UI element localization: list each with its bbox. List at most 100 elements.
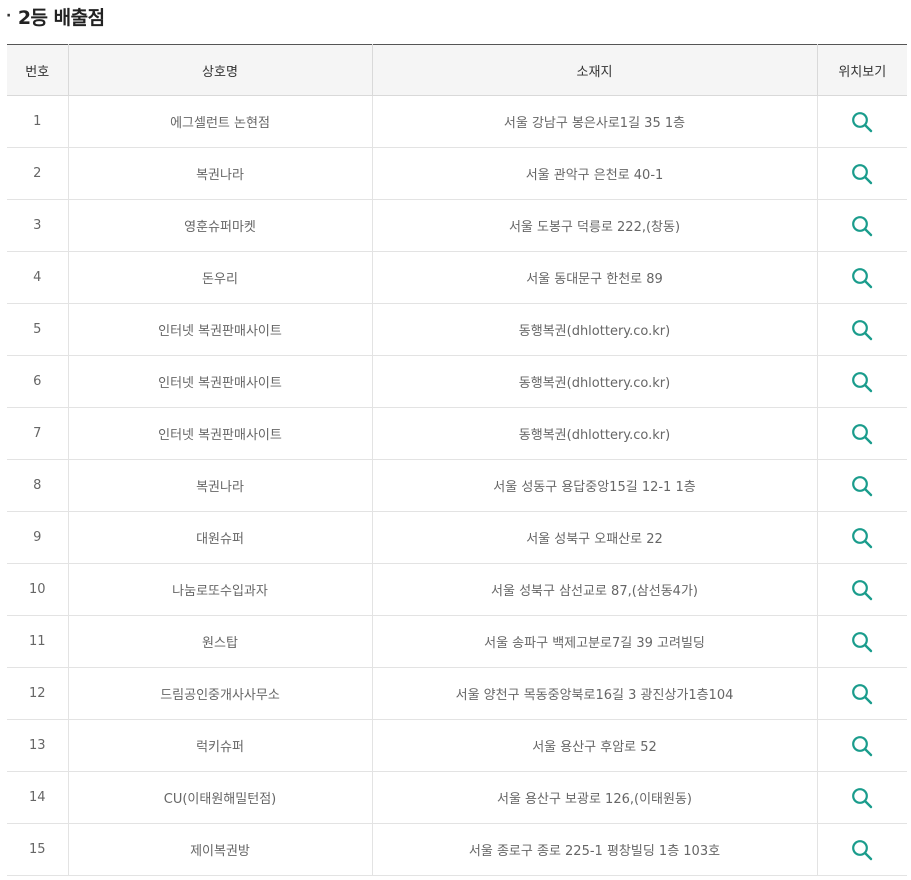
view-location-button[interactable] — [849, 577, 875, 603]
search-icon — [852, 475, 873, 496]
search-icon — [852, 215, 873, 236]
winners-table: 번호 상호명 소재지 위치보기 1 에그셀런트 논현점 서울 강남구 봉은사로1길 … — [7, 44, 907, 876]
row-number: 10 — [7, 563, 69, 616]
view-location-cell — [816, 407, 907, 460]
table-row: 6 인터넷 복권판매사이트 동행복권(dhlottery.co.kr) — [7, 355, 907, 408]
view-location-cell — [816, 459, 907, 512]
row-number: 8 — [7, 459, 69, 512]
header-number: 번호 — [7, 44, 69, 96]
row-number: 12 — [7, 667, 69, 720]
search-icon — [852, 631, 873, 652]
search-icon — [852, 839, 873, 860]
store-name: 나눔로또수입과자 — [67, 563, 373, 616]
store-name: 인터넷 복권판매사이트 — [67, 303, 373, 356]
search-icon — [852, 683, 873, 704]
search-icon — [852, 423, 873, 444]
store-address: 서울 강남구 봉은사로1길 35 1층 — [371, 95, 818, 148]
search-icon — [852, 371, 873, 392]
view-location-cell — [816, 303, 907, 356]
table-row: 1 에그셀런트 논현점 서울 강남구 봉은사로1길 35 1층 — [7, 95, 907, 148]
view-location-cell — [816, 719, 907, 772]
row-number: 2 — [7, 147, 69, 200]
view-location-button[interactable] — [849, 473, 875, 499]
view-location-cell — [816, 563, 907, 616]
table-row: 3 영훈슈퍼마켓 서울 도봉구 덕릉로 222,(창동) — [7, 199, 907, 252]
view-location-cell — [816, 615, 907, 668]
view-location-cell — [816, 771, 907, 824]
row-number: 9 — [7, 511, 69, 564]
store-address: 동행복권(dhlottery.co.kr) — [371, 355, 818, 408]
view-location-button[interactable] — [849, 421, 875, 447]
view-location-button[interactable] — [849, 785, 875, 811]
view-location-cell — [816, 667, 907, 720]
store-address: 서울 성북구 오패산로 22 — [371, 511, 818, 564]
table-row: 11 원스탑 서울 송파구 백제고분로7길 39 고려빌딩 — [7, 615, 907, 668]
search-icon — [852, 735, 873, 756]
view-location-cell — [816, 511, 907, 564]
search-icon — [852, 163, 873, 184]
search-icon — [852, 267, 873, 288]
row-number: 6 — [7, 355, 69, 408]
table-row: 7 인터넷 복권판매사이트 동행복권(dhlottery.co.kr) — [7, 407, 907, 460]
section-title: · 2등 배출점 — [6, 2, 105, 30]
store-name: 인터넷 복권판매사이트 — [67, 355, 373, 408]
search-icon — [852, 319, 873, 340]
store-name: 돈우리 — [67, 251, 373, 304]
search-icon — [852, 527, 873, 548]
view-location-button[interactable] — [849, 837, 875, 863]
store-address: 서울 용산구 후암로 52 — [371, 719, 818, 772]
store-name: 원스탑 — [67, 615, 373, 668]
store-address: 서울 송파구 백제고분로7길 39 고려빌딩 — [371, 615, 818, 668]
page-title: 2등 배출점 — [17, 6, 105, 29]
table-row: 2 복권나라 서울 관악구 은천로 40-1 — [7, 147, 907, 200]
row-number: 11 — [7, 615, 69, 668]
search-icon — [852, 787, 873, 808]
table-body: 1 에그셀런트 논현점 서울 강남구 봉은사로1길 35 1층 2 복권나라 서울 관악구… — [7, 95, 907, 876]
store-address: 동행복권(dhlottery.co.kr) — [371, 407, 818, 460]
store-name: 복권나라 — [67, 147, 373, 200]
view-location-cell — [816, 199, 907, 252]
table-row: 8 복권나라 서울 성동구 용답중앙15길 12-1 1층 — [7, 459, 907, 512]
table-row: 4 돈우리 서울 동대문구 한천로 89 — [7, 251, 907, 304]
view-location-button[interactable] — [849, 629, 875, 655]
store-name: 럭키슈퍼 — [67, 719, 373, 772]
view-location-button[interactable] — [849, 317, 875, 343]
store-name: 에그셀런트 논현점 — [67, 95, 373, 148]
header-view-location: 위치보기 — [816, 44, 907, 96]
row-number: 7 — [7, 407, 69, 460]
view-location-cell — [816, 251, 907, 304]
store-name: 제이복권방 — [67, 823, 373, 876]
table-header-row: 번호 상호명 소재지 위치보기 — [7, 44, 907, 96]
view-location-cell — [816, 95, 907, 148]
table-row: 9 대원슈퍼 서울 성북구 오패산로 22 — [7, 511, 907, 564]
store-address: 서울 성북구 삼선교로 87,(삼선동4가) — [371, 563, 818, 616]
view-location-button[interactable] — [849, 681, 875, 707]
title-bullet: · — [6, 8, 11, 24]
search-icon — [852, 579, 873, 600]
view-location-cell — [816, 823, 907, 876]
store-address: 서울 양천구 목동중앙북로16길 3 광진상가1층104 — [371, 667, 818, 720]
search-icon — [852, 111, 873, 132]
store-address: 동행복권(dhlottery.co.kr) — [371, 303, 818, 356]
table-row: 15 제이복권방 서울 종로구 종로 225-1 평창빌딩 1층 103호 — [7, 823, 907, 876]
view-location-button[interactable] — [849, 265, 875, 291]
row-number: 15 — [7, 823, 69, 876]
header-store-name: 상호명 — [67, 44, 373, 96]
store-address: 서울 동대문구 한천로 89 — [371, 251, 818, 304]
view-location-button[interactable] — [849, 525, 875, 551]
row-number: 3 — [7, 199, 69, 252]
row-number: 1 — [7, 95, 69, 148]
row-number: 5 — [7, 303, 69, 356]
view-location-cell — [816, 355, 907, 408]
store-name: 영훈슈퍼마켓 — [67, 199, 373, 252]
store-name: 인터넷 복권판매사이트 — [67, 407, 373, 460]
store-address: 서울 성동구 용답중앙15길 12-1 1층 — [371, 459, 818, 512]
view-location-cell — [816, 147, 907, 200]
view-location-button[interactable] — [849, 369, 875, 395]
view-location-button[interactable] — [849, 213, 875, 239]
store-address: 서울 종로구 종로 225-1 평창빌딩 1층 103호 — [371, 823, 818, 876]
header-address: 소재지 — [371, 44, 818, 96]
view-location-button[interactable] — [849, 733, 875, 759]
view-location-button[interactable] — [849, 109, 875, 135]
view-location-button[interactable] — [849, 161, 875, 187]
